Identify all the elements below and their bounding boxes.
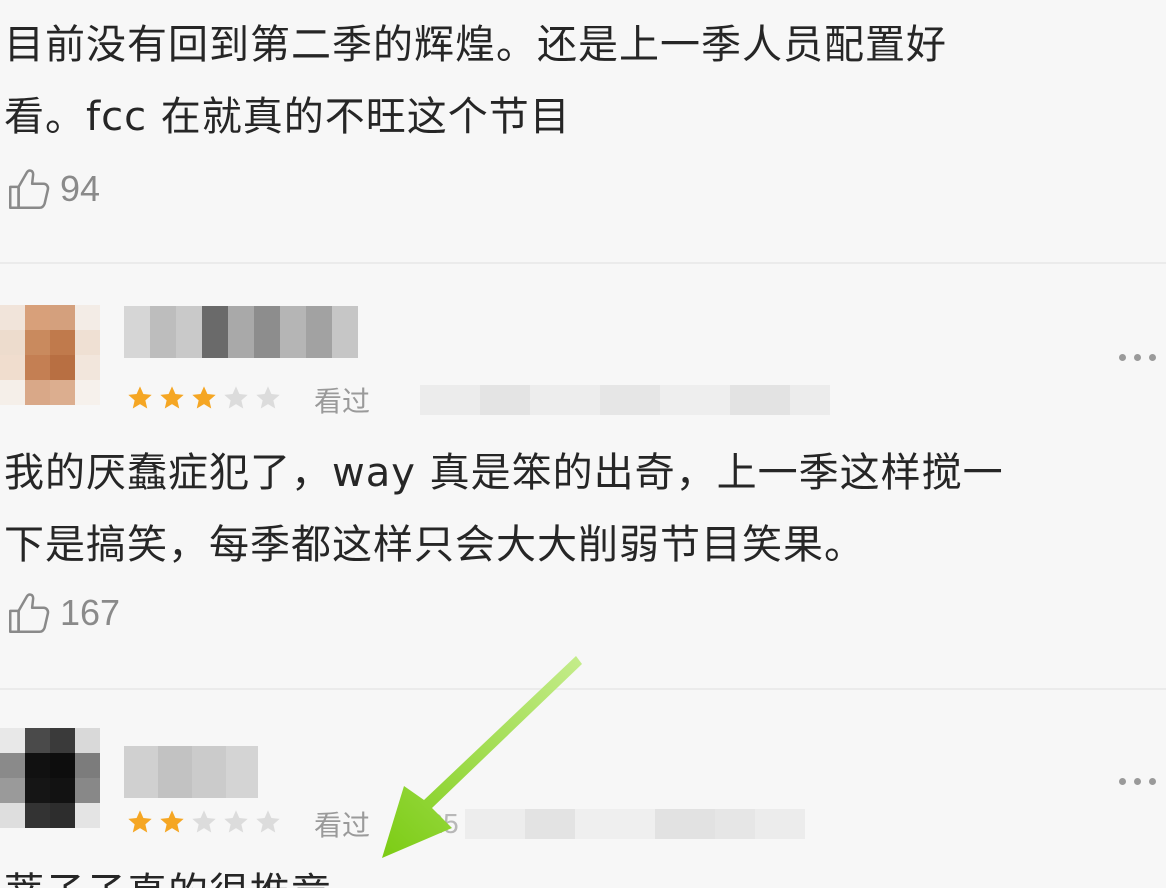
comment-text-line: 看。fcc 在就真的不旺这个节目 xyxy=(4,94,571,140)
star-rating xyxy=(126,808,282,836)
dot-icon xyxy=(1119,778,1126,785)
dot-icon xyxy=(1149,354,1156,361)
star-rating xyxy=(126,384,282,412)
comment-text-line: 下是搞笑，每季都这样只会大大削弱节目笑果。 xyxy=(4,522,865,568)
more-options-button[interactable] xyxy=(1119,778,1156,785)
star-empty-icon xyxy=(192,810,216,833)
dot-icon xyxy=(1134,778,1141,785)
comment-text-line: 我的厌蠢症犯了，way 真是笨的出奇，上一季这样搅一 xyxy=(4,450,1004,496)
like-button[interactable]: 94 xyxy=(4,164,100,214)
star-filled-icon xyxy=(160,810,184,833)
comment-text-line: 蒂子子真的很推竟 xyxy=(4,858,332,888)
like-count: 167 xyxy=(60,592,121,633)
star-filled-icon xyxy=(160,386,184,409)
star-empty-icon xyxy=(224,810,248,833)
star-filled-icon xyxy=(192,386,216,409)
star-filled-icon xyxy=(128,386,152,409)
thumbs-up-icon xyxy=(9,593,50,633)
avatar[interactable] xyxy=(0,728,100,828)
avatar[interactable] xyxy=(0,305,100,405)
date-blurred xyxy=(414,382,830,418)
dot-icon xyxy=(1134,354,1141,361)
like-count: 94 xyxy=(60,168,101,209)
divider xyxy=(0,688,1166,690)
comment-text-line: 目前没有回到第二季的辉煌。还是上一季人员配置好 xyxy=(4,22,947,68)
like-button[interactable]: 167 xyxy=(4,588,120,638)
dot-icon xyxy=(1119,354,1126,361)
watched-label: 看过 xyxy=(314,385,371,418)
star-filled-icon xyxy=(128,810,152,833)
date-blurred: 025 xyxy=(412,806,805,842)
date-text: 025 xyxy=(412,808,459,839)
thumbs-up-icon xyxy=(9,169,50,209)
dot-icon xyxy=(1149,778,1156,785)
more-options-button[interactable] xyxy=(1119,354,1156,361)
divider xyxy=(0,262,1166,264)
star-empty-icon xyxy=(224,386,248,409)
star-empty-icon xyxy=(256,386,280,409)
star-empty-icon xyxy=(256,810,280,833)
username-blurred[interactable] xyxy=(124,306,358,358)
watched-label: 看过 xyxy=(314,809,371,842)
username-blurred[interactable] xyxy=(124,746,258,798)
